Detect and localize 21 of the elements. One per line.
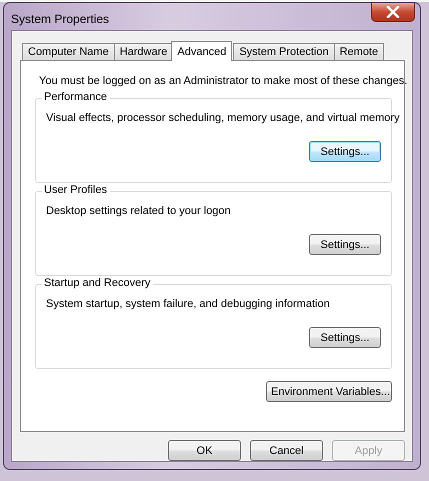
tab[interactable]: Computer Name (22, 43, 115, 60)
close-icon (386, 6, 400, 18)
tab[interactable]: Hardware (114, 43, 174, 60)
window-title: System Properties (11, 12, 110, 26)
dialog-button[interactable]: Cancel (250, 440, 323, 461)
group-title: User Profiles (42, 184, 110, 196)
group-description: Visual effects, processor scheduling, memory usage, and virtual memory (46, 112, 400, 124)
settings-button[interactable]: Settings... (309, 141, 381, 162)
close-button[interactable] (371, 3, 415, 22)
settings-button[interactable]: Settings... (309, 234, 381, 255)
settings-button[interactable]: Settings... (309, 327, 381, 348)
group-title: Startup and Recovery (42, 277, 154, 289)
dialog-button[interactable]: OK (168, 440, 241, 461)
notice-text: You must be logged on as an Administrator to make most of these changes. (39, 75, 408, 87)
group-description: System startup, system failure, and debugging information (46, 298, 330, 310)
group-description: Desktop settings related to your logon (46, 205, 231, 217)
environment-variables-button[interactable]: Environment Variables... (266, 381, 392, 402)
tab[interactable]: Remote (334, 43, 384, 60)
group-title: Performance (42, 91, 110, 103)
tab[interactable]: Advanced (171, 41, 232, 61)
tab[interactable]: System Protection (233, 43, 335, 60)
